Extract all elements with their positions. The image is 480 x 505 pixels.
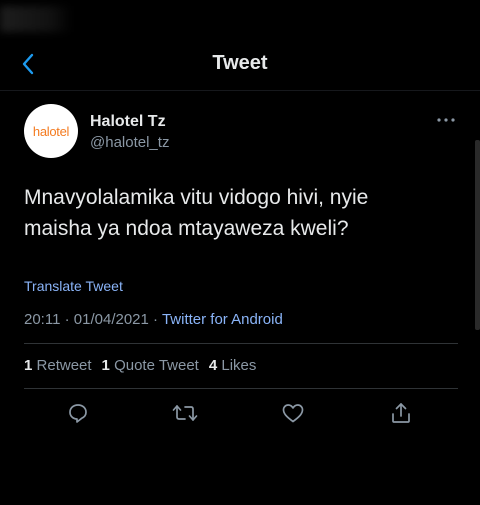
stats-divider [24,388,458,389]
scroll-indicator [475,140,480,330]
retweet-icon [172,405,198,421]
retweet-button[interactable] [170,398,200,428]
meta-separator-1: · [64,311,70,328]
retweets-stat[interactable]: 1 Retweet [24,357,92,374]
likes-count: 4 [208,357,218,374]
page-title: Tweet [212,52,268,74]
status-bar [0,6,72,32]
tweet-source-link[interactable]: Twitter for Android [162,311,283,328]
top-bar: Tweet [0,40,480,88]
avatar[interactable]: halotel [24,104,78,158]
retweets-count: 1 [24,357,33,374]
brand-logo-text: halotel [32,123,70,139]
display-name[interactable]: Halotel Tz [90,113,166,131]
quotes-count: 1 [101,357,110,374]
likes-label: Likes [221,357,257,374]
tweet-date: 01/04/2021 [73,311,149,328]
header-divider [0,90,480,91]
tweet-meta: 20:11 · 01/04/2021 · Twitter for Android [24,311,283,328]
user-handle[interactable]: @halotel_tz [90,134,169,151]
tweet-text: Mnavyolalamika vitu vidogo hivi, nyie ma… [24,186,369,240]
translate-tweet-link[interactable]: Translate Tweet [24,278,123,294]
like-button[interactable] [278,398,308,428]
share-icon [392,403,410,423]
meta-divider [24,343,458,344]
heart-icon [282,404,304,423]
quote-tweets-stat[interactable]: 1 Quote Tweet [102,357,199,374]
more-horizontal-icon [437,118,455,122]
engagement-stats: 1 Retweet 1 Quote Tweet 4 Likes [24,357,256,374]
meta-separator-2: · [153,311,159,328]
tweet-time: 20:11 [24,311,61,328]
action-bar [0,398,480,428]
quotes-label: Quote Tweet [114,357,199,374]
brand-logo: halotel [32,123,70,139]
share-button[interactable] [386,398,416,428]
reply-icon [69,404,87,423]
reply-button[interactable] [63,398,93,428]
retweets-label: Retweet [36,357,92,374]
likes-stat[interactable]: 4 Likes [209,357,257,374]
more-options-button[interactable] [432,113,460,127]
